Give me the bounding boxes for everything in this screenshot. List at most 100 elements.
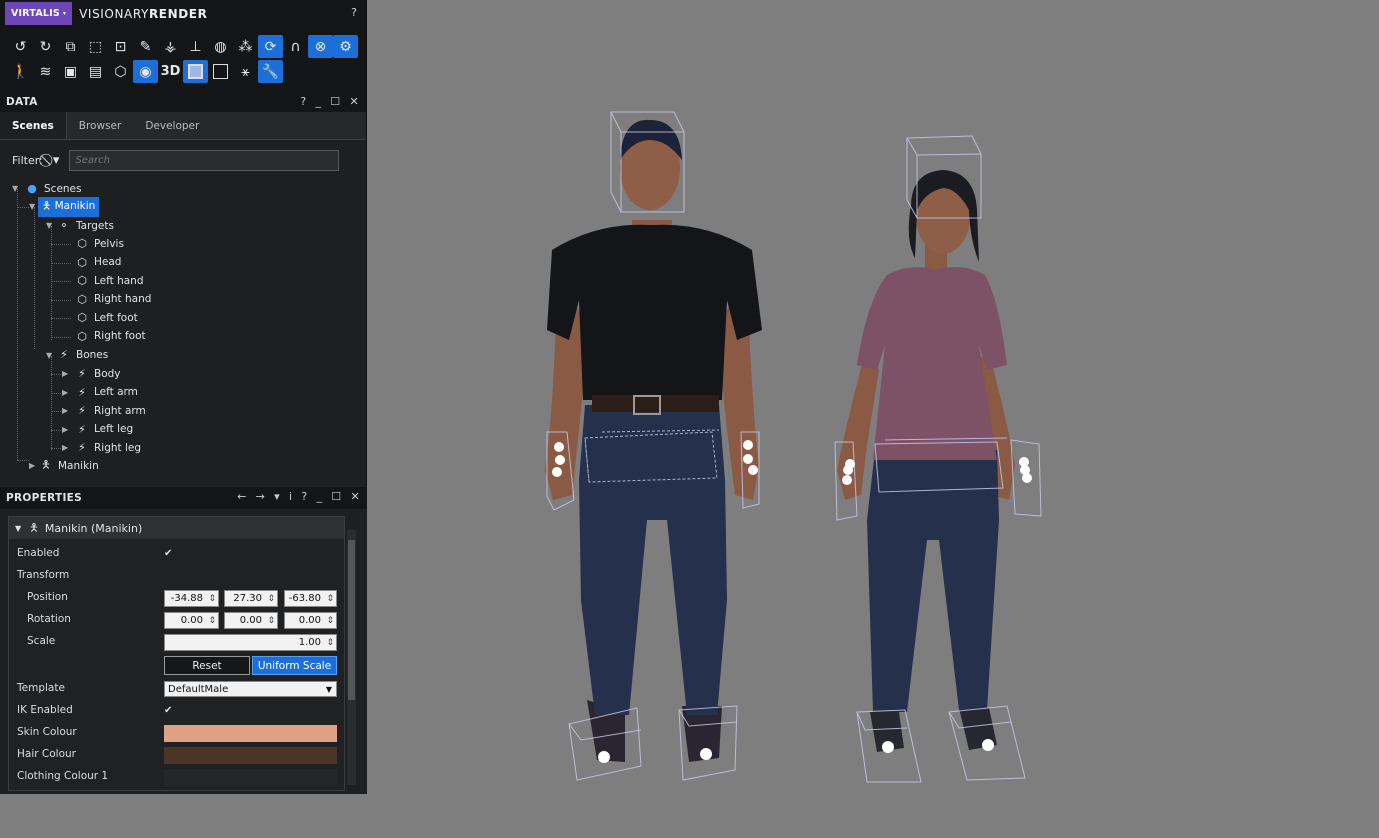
position-x-field[interactable]: -34.88 bbox=[164, 590, 219, 607]
ik-enabled-checkbox[interactable]: ✔ bbox=[164, 705, 176, 717]
clothing-colour-1-swatch[interactable] bbox=[164, 769, 337, 786]
clothing-colour-1-label: Clothing Colour 1 bbox=[17, 770, 109, 782]
help-icon[interactable]: ? bbox=[301, 490, 307, 503]
light-icon[interactable]: ◉ bbox=[133, 60, 158, 83]
search-input[interactable] bbox=[69, 149, 340, 171]
tree-bones[interactable]: ⚡ Bones bbox=[56, 346, 108, 363]
tree-bone-item[interactable]: ⚡ Left leg bbox=[74, 421, 133, 438]
tree-bone-label: Right leg bbox=[94, 441, 142, 454]
forward-icon[interactable]: → bbox=[256, 490, 266, 503]
rotation-x-field[interactable]: 0.00 bbox=[164, 612, 219, 629]
male-manikin[interactable] bbox=[545, 119, 762, 762]
tree-manikin-1-text: Manikin bbox=[54, 199, 96, 212]
tree-target-item[interactable]: ⬡ Head bbox=[74, 254, 121, 271]
document-icon[interactable]: ▤ bbox=[83, 60, 108, 83]
minimize-icon[interactable]: _ bbox=[316, 490, 322, 503]
settings-wrench-icon[interactable]: 🔧 bbox=[258, 60, 283, 83]
hair-colour-label: Hair Colour bbox=[17, 748, 76, 760]
tree-bone-item[interactable]: ⚡ Body bbox=[74, 365, 120, 382]
tree-manikin-1[interactable]: 🯅 Manikin bbox=[38, 196, 100, 217]
nodes-icon[interactable]: ⁂ bbox=[233, 35, 258, 58]
tab-browser[interactable]: Browser bbox=[67, 112, 134, 139]
tree-target-item[interactable]: ⬡ Pelvis bbox=[74, 235, 124, 252]
back-icon[interactable]: ← bbox=[237, 490, 247, 503]
magnet-icon[interactable]: ∩ bbox=[283, 35, 308, 58]
properties-card-header[interactable]: ▼ 🯅 Manikin (Manikin) bbox=[9, 517, 344, 539]
tree-target-label: Head bbox=[94, 256, 122, 268]
app-title-bold: RENDER bbox=[148, 6, 208, 21]
app-header: VIRTALIS ▾ VISIONARYRENDER ? bbox=[0, 0, 366, 27]
rotation-z-field[interactable]: 0.00 bbox=[284, 612, 337, 629]
collision-icon[interactable]: ⊗ bbox=[308, 35, 333, 58]
zoom-fit-icon[interactable]: ⊡ bbox=[108, 35, 133, 58]
properties-panel: PROPERTIES ← → ▾ i ? _ ☐ ✕ ▼ 🯅 Manikin (… bbox=[0, 487, 367, 794]
tree-target-item[interactable]: ⬡ Right foot bbox=[74, 328, 145, 345]
3d-viewport[interactable] bbox=[367, 0, 1379, 838]
tree-manikin-2[interactable]: 🯅 Manikin bbox=[38, 457, 99, 474]
cube-icon[interactable]: ⬡ bbox=[108, 60, 133, 83]
redo-icon[interactable]: ↻ bbox=[33, 35, 58, 58]
refresh-view-icon[interactable]: ⟳ bbox=[258, 35, 283, 58]
dropdown-icon[interactable]: ▾ bbox=[274, 490, 280, 503]
reset-button[interactable]: Reset bbox=[164, 656, 250, 675]
tree-target-item[interactable]: ⬡ Left hand bbox=[74, 272, 143, 289]
close-icon[interactable]: ✕ bbox=[350, 490, 360, 503]
minimize-icon[interactable]: _ bbox=[315, 95, 321, 108]
wifi-icon[interactable]: ≋ bbox=[33, 60, 58, 83]
help-icon[interactable]: ? bbox=[300, 95, 306, 108]
bone-icon: ⚡ bbox=[60, 348, 68, 361]
tree-targets[interactable]: ⚬ Targets bbox=[56, 217, 114, 234]
image-icon[interactable]: ▣ bbox=[58, 60, 83, 83]
enabled-checkbox[interactable]: ✔ bbox=[164, 548, 176, 560]
hierarchy-icon[interactable]: ⚶ bbox=[158, 35, 183, 58]
solid-square-icon[interactable] bbox=[183, 60, 208, 83]
skeleton-icon[interactable]: ⚹ bbox=[233, 60, 258, 83]
copy-icon[interactable]: ⧉ bbox=[58, 35, 83, 58]
scale-field[interactable]: 1.00 bbox=[164, 634, 337, 651]
3d-label[interactable]: 3D bbox=[158, 60, 183, 83]
collapse-icon[interactable]: ▼ bbox=[15, 524, 21, 533]
edit-icon[interactable]: ✎ bbox=[133, 35, 158, 58]
toolbar: ↺ ↻ ⧉ ⬚ ⊡ ✎ ⚶ ⊥ ◍ ⁂ ⟳ ∩ ⊗ ⚙ 🚶 ≋ ▣ ▤ ⬡ ◉ 3D ⚹ 🔧 bbox=[0, 27, 366, 92]
side-panel: VIRTALIS ▾ VISIONARYRENDER ? ↺ ↻ ⧉ ⬚ ⊡ ✎ ⚶ ⊥ ◍ ⁂ ⟳ ∩… bbox=[0, 0, 367, 794]
position-y-field[interactable]: 27.30 bbox=[224, 590, 278, 607]
empty-square-icon[interactable] bbox=[208, 60, 233, 83]
tree-scenes[interactable]: ● Scenes bbox=[24, 180, 81, 197]
tree-bone-item[interactable]: ⚡ Left arm bbox=[74, 384, 138, 401]
scrollbar-thumb[interactable] bbox=[348, 540, 355, 700]
brand-menu-button[interactable]: VIRTALIS ▾ bbox=[5, 2, 73, 25]
axes-icon[interactable]: ⊥ bbox=[183, 35, 208, 58]
tree-target-label: Right hand bbox=[94, 293, 152, 305]
properties-scrollbar[interactable] bbox=[347, 530, 356, 785]
help-button[interactable]: ? bbox=[351, 6, 357, 19]
tree-bones-label: Bones bbox=[76, 348, 109, 361]
walk-icon[interactable]: 🚶 bbox=[8, 60, 33, 83]
hair-colour-swatch[interactable] bbox=[164, 747, 337, 764]
app-title-light: VISIONARY bbox=[79, 6, 149, 21]
position-z-field[interactable]: -63.80 bbox=[284, 590, 337, 607]
tab-scenes[interactable]: Scenes bbox=[0, 112, 67, 139]
info-icon[interactable]: i bbox=[289, 490, 292, 503]
maximize-icon[interactable]: ☐ bbox=[330, 95, 340, 108]
female-manikin[interactable] bbox=[837, 170, 1015, 752]
tree-target-item[interactable]: ⬡ Left foot bbox=[74, 309, 138, 326]
tree-bone-item[interactable]: ⚡ Right arm bbox=[74, 402, 146, 419]
undo-icon[interactable]: ↺ bbox=[8, 35, 33, 58]
toolbar-row-2: 🚶 ≋ ▣ ▤ ⬡ ◉ 3D ⚹ 🔧 bbox=[8, 60, 366, 85]
close-icon[interactable]: ✕ bbox=[349, 95, 359, 108]
properties-card-title: Manikin (Manikin) bbox=[44, 521, 143, 535]
rotation-y-field[interactable]: 0.00 bbox=[224, 612, 278, 629]
physics-icon[interactable]: ⚙ bbox=[333, 35, 358, 58]
skin-colour-swatch[interactable] bbox=[164, 725, 337, 742]
tree-bone-item[interactable]: ⚡ Right leg bbox=[74, 439, 141, 456]
select-box-icon[interactable]: ⬚ bbox=[83, 35, 108, 58]
skin-colour-label: Skin Colour bbox=[17, 726, 77, 738]
tree-target-item[interactable]: ⬡ Right hand bbox=[74, 291, 151, 308]
uniform-scale-button[interactable]: Uniform Scale bbox=[252, 656, 337, 675]
sphere-icon[interactable]: ◍ bbox=[208, 35, 233, 58]
tab-developer[interactable]: Developer bbox=[133, 112, 211, 139]
maximize-icon[interactable]: ☐ bbox=[331, 490, 341, 503]
filter-none-icon[interactable]: ⃠ ▾ bbox=[49, 153, 60, 168]
scale-label: Scale bbox=[27, 635, 56, 647]
template-select[interactable]: DefaultMale ▼ bbox=[164, 681, 337, 697]
